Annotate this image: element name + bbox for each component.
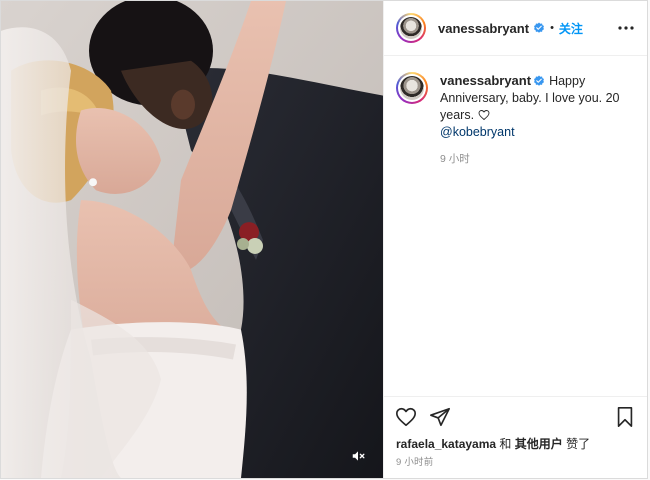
likes-suffix: 赞了: [566, 437, 591, 451]
post-timestamp[interactable]: 9 小时前: [384, 452, 647, 468]
likes-and: 和: [499, 437, 512, 451]
likes-user-link[interactable]: rafaela_katayama: [396, 437, 496, 451]
post-sidebar: vanessabryant • 关注 vanessabryant Happy A…: [383, 1, 647, 478]
header-separator: •: [550, 22, 554, 34]
caption-time: 9 小时: [440, 153, 470, 165]
save-button[interactable]: [613, 405, 637, 429]
mute-button[interactable]: [347, 445, 369, 467]
heart-outline-icon: [478, 110, 489, 121]
more-icon: [618, 26, 634, 30]
like-button[interactable]: [394, 405, 418, 429]
paper-plane-icon: [430, 407, 450, 426]
caption-avatar[interactable]: [396, 72, 428, 104]
verified-badge-icon: [534, 22, 545, 33]
post-header: vanessabryant • 关注: [384, 1, 647, 56]
post-video[interactable]: [1, 1, 383, 478]
comments-area: vanessabryant Happy Anniversary, baby. I…: [384, 56, 647, 396]
more-options-button[interactable]: [615, 17, 637, 39]
wedding-kiss-photo: [1, 1, 383, 478]
heart-icon: [396, 407, 416, 426]
volume-muted-icon: [352, 451, 365, 461]
verified-badge-icon: [534, 75, 545, 86]
bookmark-icon: [617, 406, 633, 427]
caption-body: vanessabryant Happy Anniversary, baby. I…: [440, 72, 635, 168]
action-bar: [384, 396, 647, 436]
caption-username[interactable]: vanessabryant: [440, 73, 531, 88]
likes-others-link[interactable]: 其他用户: [515, 437, 563, 451]
post-modal: vanessabryant • 关注 vanessabryant Happy A…: [0, 0, 648, 479]
share-button[interactable]: [428, 405, 452, 429]
likes-summary: rafaela_katayama 和 其他用户 赞了: [384, 436, 647, 452]
caption-mention-link[interactable]: @kobebryant: [440, 125, 515, 139]
caption: vanessabryant Happy Anniversary, baby. I…: [396, 72, 635, 168]
follow-button[interactable]: 关注: [559, 20, 583, 37]
author-avatar[interactable]: [396, 13, 426, 43]
author-username[interactable]: vanessabryant: [438, 21, 529, 36]
